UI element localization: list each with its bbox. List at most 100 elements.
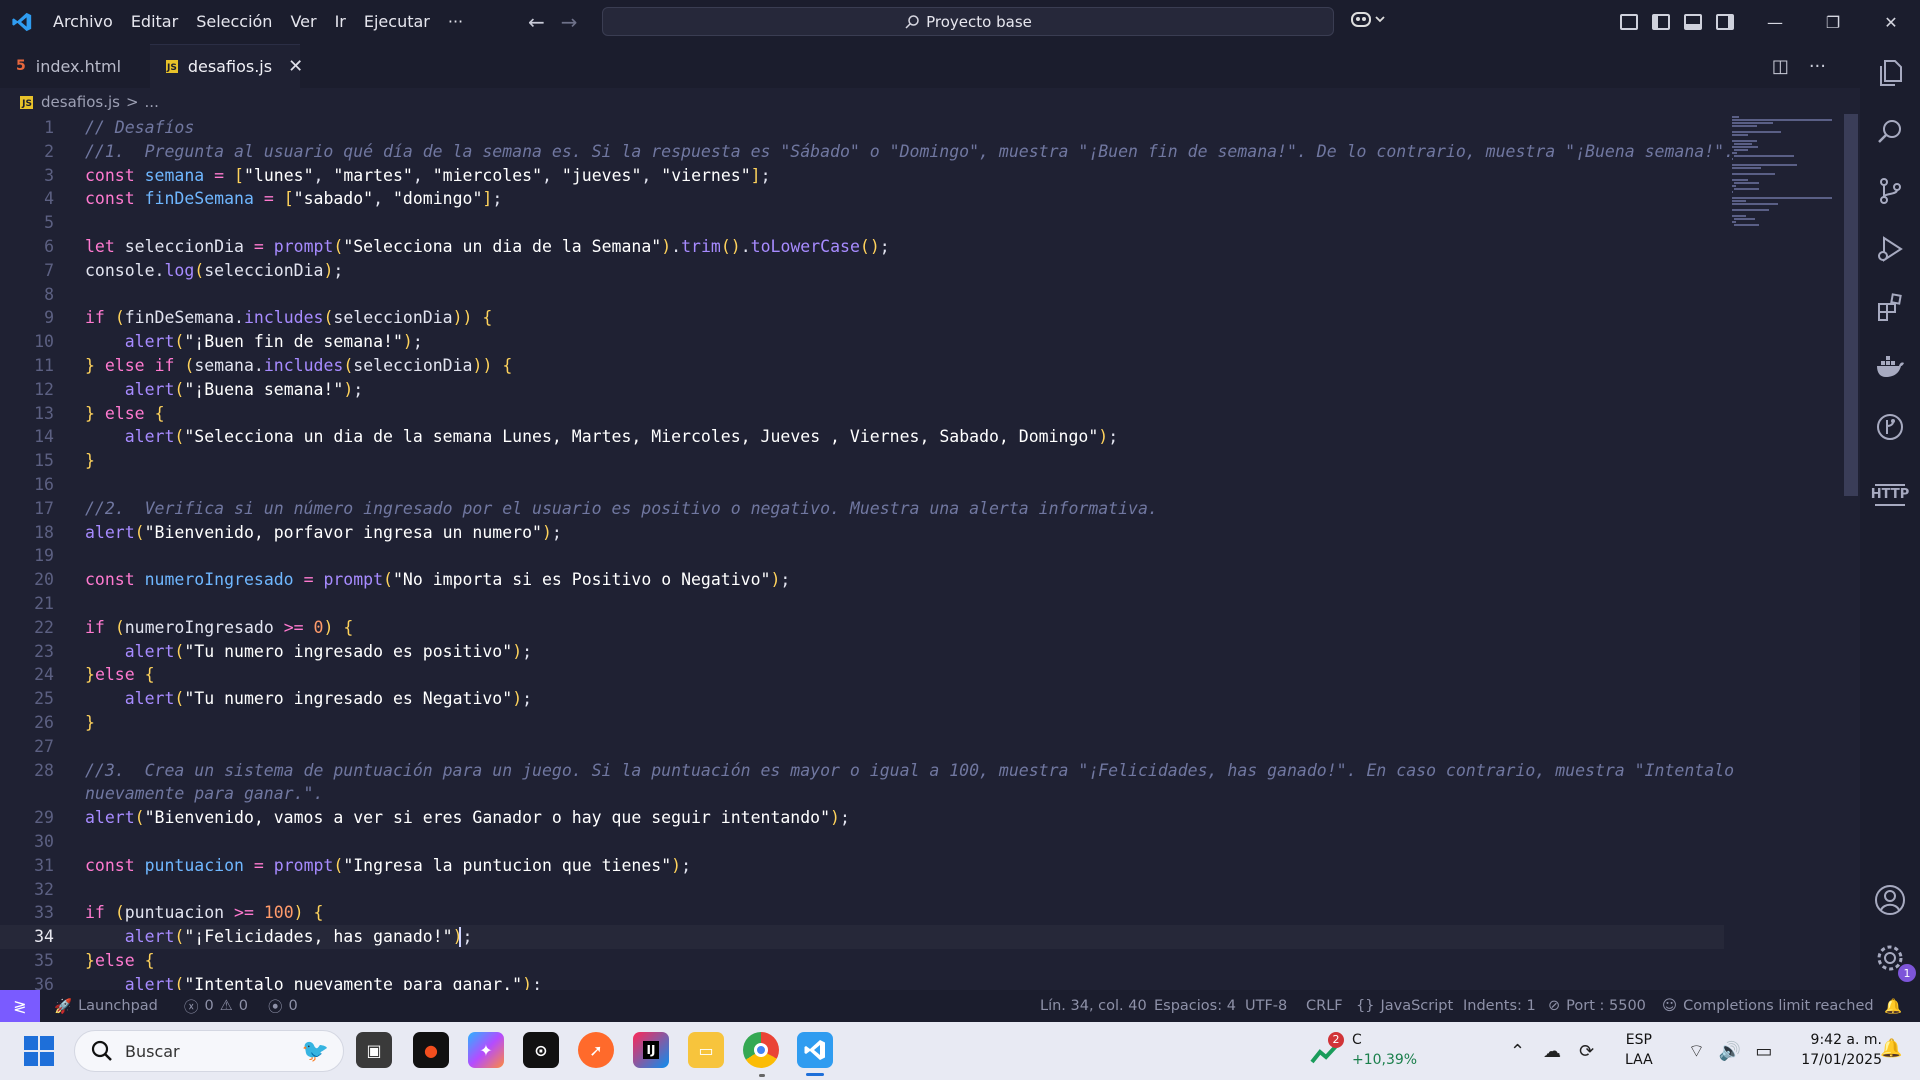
- code-line[interactable]: 11} else if (semana.includes(seleccionDi…: [0, 354, 1724, 378]
- code-line[interactable]: 15}: [0, 449, 1724, 473]
- code-editor[interactable]: 1 // Desafíos 2 //1. Pregunta al usuario qu…: [0, 114, 1860, 990]
- git-graph-icon[interactable]: [1860, 412, 1920, 442]
- code-line[interactable]: 26}: [0, 711, 1724, 735]
- code-line[interactable]: 6 let seleccionDia = prompt("Selecciona u…: [0, 235, 1724, 259]
- restore-icon[interactable]: ❐: [1804, 0, 1862, 44]
- code-line[interactable]: 13} else {: [0, 402, 1724, 426]
- account-icon[interactable]: [1860, 884, 1920, 916]
- weather-widget[interactable]: 2 C +10,39%: [1310, 1028, 1430, 1074]
- chrome-icon[interactable]: [743, 1032, 779, 1068]
- sync-icon[interactable]: ⟳: [1579, 1041, 1594, 1062]
- code-line[interactable]: 12 alert("¡Buena semana!");: [0, 378, 1724, 402]
- more-actions-icon[interactable]: ···: [1809, 56, 1826, 77]
- breadcrumb-symbols[interactable]: ...: [145, 93, 159, 111]
- menu-ejecutar[interactable]: Ejecutar: [355, 0, 439, 44]
- close-icon[interactable]: ✕: [1862, 0, 1920, 44]
- code-line[interactable]: 22 if (numeroIngresado >= 0) {: [0, 616, 1724, 640]
- language-indicator[interactable]: ESP LAA: [1625, 1030, 1653, 1070]
- code-line[interactable]: 28 //3. Crea un sistema de puntuación par…: [0, 759, 1734, 783]
- cursor-position[interactable]: Lín. 34, col. 40: [1040, 990, 1147, 1022]
- code-line[interactable]: 27: [0, 735, 1724, 759]
- code-line[interactable]: 9 if (finDeSemana.includes(seleccionDia))…: [0, 306, 1724, 330]
- code-line[interactable]: 21: [0, 592, 1724, 616]
- code-line[interactable]: 2 //1. Pregunta al usuario qué día de la …: [0, 140, 1734, 164]
- task-view-icon[interactable]: ▣: [356, 1032, 392, 1068]
- live-server-port[interactable]: ⊘ Port : 5500: [1548, 990, 1646, 1022]
- indents-item[interactable]: Indents: 1: [1463, 990, 1536, 1022]
- encoding[interactable]: UTF-8: [1245, 990, 1287, 1022]
- remote-indicator-icon[interactable]: ≷: [0, 990, 40, 1022]
- code-line[interactable]: 29 alert("Bienvenido, vamos a ver si eres…: [0, 806, 1724, 830]
- docker-icon[interactable]: [1860, 354, 1920, 380]
- code-line[interactable]: 32: [0, 878, 1724, 902]
- menu-editar[interactable]: Editar: [122, 0, 187, 44]
- code-line[interactable]: 31 const puntuacion = prompt("Ingresa la …: [0, 854, 1724, 878]
- run-debug-icon[interactable]: [1860, 234, 1920, 264]
- toggle-primary-sidebar-icon[interactable]: [1652, 14, 1670, 30]
- notification-bell-icon[interactable]: 🔔: [1880, 1038, 1902, 1059]
- code-line[interactable]: 16: [0, 473, 1724, 497]
- code-line[interactable]: 20 const numeroIngresado = prompt("No imp…: [0, 568, 1724, 592]
- minimize-icon[interactable]: —: [1746, 0, 1804, 44]
- copilot-icon[interactable]: [1350, 8, 1386, 35]
- tab-desafios-js[interactable]: JS desafios.js ✕: [150, 44, 303, 88]
- code-line[interactable]: 33 if (puntuacion >= 100) {: [0, 901, 1724, 925]
- breadcrumb-file[interactable]: desafios.js: [41, 93, 120, 111]
- figma-icon[interactable]: ●: [413, 1032, 449, 1068]
- menu-ir[interactable]: Ir: [326, 0, 355, 44]
- search-icon[interactable]: [1860, 118, 1920, 146]
- code-line[interactable]: 7 console.log(seleccionDia);: [0, 259, 1724, 283]
- code-line[interactable]: 3 const semana = ["lunes", "martes", "mie…: [0, 164, 1724, 188]
- code-line[interactable]: 23 alert("Tu numero ingresado es positiv…: [0, 640, 1724, 664]
- http-client-icon[interactable]: HTTP: [1871, 484, 1909, 506]
- toggle-secondary-sidebar-icon[interactable]: [1716, 14, 1734, 30]
- file-explorer-icon[interactable]: ▭: [688, 1032, 724, 1068]
- vscode-taskbar-icon[interactable]: [797, 1032, 833, 1068]
- copilot-status[interactable]: ☺ Completions limit reached: [1662, 990, 1874, 1022]
- jetbrains-icon[interactable]: IJ: [633, 1032, 669, 1068]
- code-line[interactable]: 18 alert("Bienvenido, porfavor ingresa un…: [0, 521, 1724, 545]
- github-desktop-icon[interactable]: ⊙: [523, 1032, 559, 1068]
- language-mode[interactable]: {} JavaScript: [1356, 990, 1453, 1022]
- launchpad-item[interactable]: 🚀 Launchpad: [54, 990, 158, 1022]
- code-line[interactable]: 34 alert("¡Felicidades, has ganado!");: [0, 925, 1724, 949]
- code-line[interactable]: 30: [0, 830, 1724, 854]
- source-control-icon[interactable]: [1860, 176, 1920, 206]
- code-line[interactable]: 8: [0, 283, 1724, 307]
- menu-more[interactable]: ···: [439, 0, 472, 44]
- menu-seleccion[interactable]: Selección: [187, 0, 281, 44]
- chevron-up-icon[interactable]: ⌃: [1510, 1041, 1525, 1062]
- code-line[interactable]: 1 // Desafíos: [0, 116, 1724, 140]
- indentation-spaces[interactable]: Espacios: 4: [1154, 990, 1236, 1022]
- code-line[interactable]: 14 alert("Selecciona un dia de la semana…: [0, 425, 1724, 449]
- code-line[interactable]: 19: [0, 544, 1724, 568]
- minimap[interactable]: [1730, 114, 1844, 990]
- code-line[interactable]: 5: [0, 211, 1724, 235]
- taskbar-search[interactable]: Buscar 🐦: [74, 1030, 344, 1072]
- menu-archivo[interactable]: Archivo: [44, 0, 122, 44]
- code-line[interactable]: 4 const finDeSemana = ["sabado", "domingo…: [0, 187, 1724, 211]
- code-line[interactable]: 17 //2. Verifica si un número ingresado p…: [0, 497, 1724, 521]
- tab-index-html[interactable]: 5 index.html: [0, 44, 150, 88]
- code-line[interactable]: 24}else {: [0, 663, 1724, 687]
- tab-close-icon[interactable]: ✕: [288, 56, 303, 77]
- extensions-icon[interactable]: [1860, 292, 1920, 322]
- customize-layout-icon[interactable]: [1620, 14, 1638, 30]
- code-line[interactable]: 35}else {: [0, 949, 1724, 973]
- problems-item[interactable]: ⓧ 0 ⚠ 0: [184, 990, 248, 1022]
- quick-settings[interactable]: ⌔ 🔊 ▭: [1688, 1022, 1772, 1080]
- onedrive-offline-icon[interactable]: ☁: [1543, 1041, 1561, 1062]
- code-line[interactable]: 10 alert("¡Buen fin de semana!");: [0, 330, 1724, 354]
- notifications-bell-icon[interactable]: 🔔: [1884, 990, 1902, 1022]
- split-editor-icon[interactable]: ◫: [1772, 56, 1789, 77]
- forward-arrow-icon[interactable]: →: [561, 10, 578, 34]
- editor-scrollbar[interactable]: [1844, 114, 1858, 496]
- explorer-icon[interactable]: [1860, 58, 1920, 88]
- windows-start-icon[interactable]: [24, 1036, 54, 1066]
- postman-icon[interactable]: ➚: [578, 1032, 614, 1068]
- toggle-panel-icon[interactable]: [1684, 14, 1702, 30]
- code-line[interactable]: 25 alert("Tu numero ingresado es Negativ…: [0, 687, 1724, 711]
- copilot-app-icon[interactable]: ✦: [468, 1032, 504, 1068]
- end-of-line[interactable]: CRLF: [1306, 990, 1343, 1022]
- back-arrow-icon[interactable]: ←: [528, 10, 545, 34]
